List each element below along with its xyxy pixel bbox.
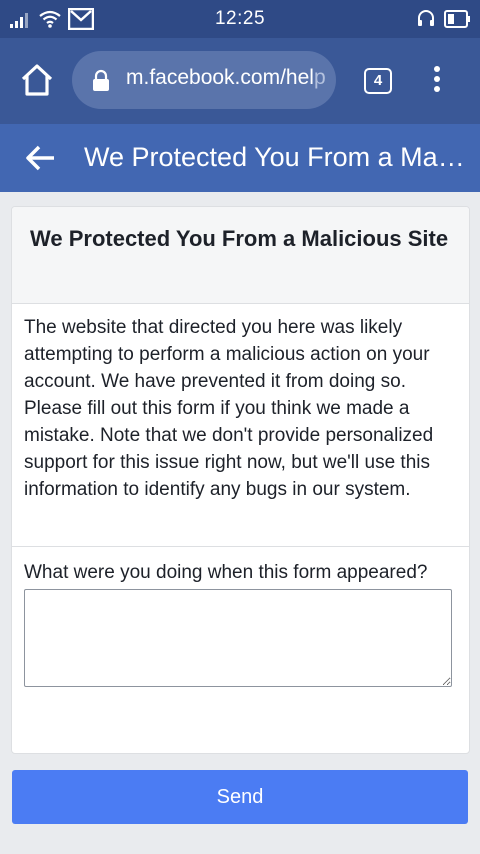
send-button[interactable]: Send: [12, 770, 468, 824]
content-card: We Protected You From a Malicious Site T…: [11, 206, 470, 754]
url-text: m.facebook.com/help: [126, 66, 326, 89]
tab-switcher-button[interactable]: 4: [364, 68, 392, 94]
menu-dot-icon: [434, 66, 440, 72]
headset-icon: [418, 10, 434, 26]
card-title: We Protected You From a Malicious Site: [30, 226, 449, 251]
feedback-form: What were you doing when this form appea…: [12, 547, 469, 687]
page-header: We Protected You From a Malicious Site: [0, 124, 480, 192]
form-label: What were you doing when this form appea…: [24, 562, 428, 583]
home-button[interactable]: [20, 62, 54, 100]
lock-icon: [93, 69, 109, 91]
menu-dot-icon: [434, 76, 440, 82]
status-time: 12:25: [214, 8, 266, 29]
menu-dot-icon: [434, 86, 440, 92]
feedback-textarea[interactable]: [24, 589, 452, 687]
status-bar: 12:25: [0, 0, 480, 38]
card-description: The website that directed you here was l…: [12, 304, 469, 547]
card-header: We Protected You From a Malicious Site: [12, 207, 469, 304]
back-arrow-icon: [26, 145, 54, 171]
url-bar[interactable]: m.facebook.com/help: [72, 51, 336, 109]
back-button[interactable]: [24, 144, 56, 172]
browser-toolbar: m.facebook.com/help 4: [0, 38, 480, 124]
home-icon: [21, 64, 53, 96]
battery-icon: [444, 10, 470, 28]
browser-menu-button[interactable]: [430, 66, 444, 96]
page-title: We Protected You From a Malicious Site: [84, 142, 470, 172]
